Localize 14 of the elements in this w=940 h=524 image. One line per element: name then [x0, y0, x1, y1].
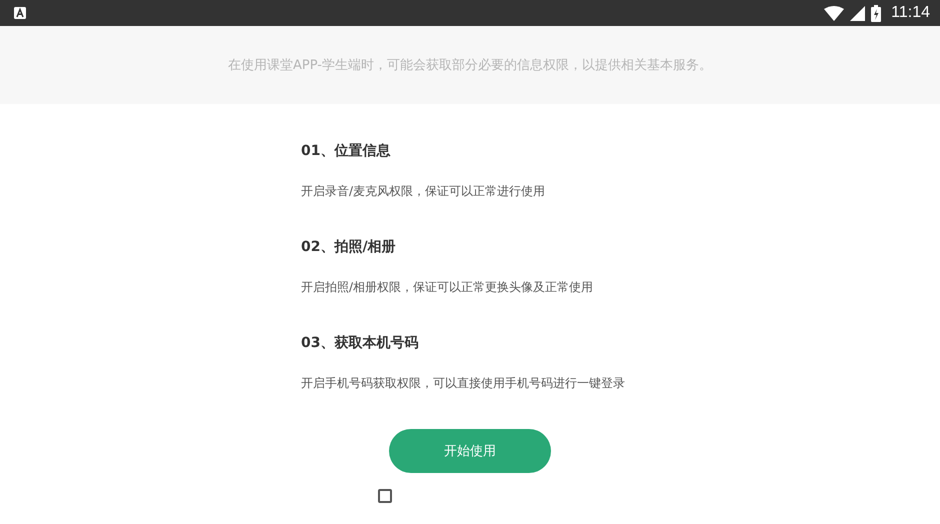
signal-icon: [850, 6, 866, 20]
notice-text: 在使用课堂APP-学生端时，可能会获取部分必要的信息权限，以提供相关基本服务。: [228, 57, 712, 74]
permission-title: 01、位置信息: [301, 142, 392, 161]
app-notification-icon: [14, 7, 26, 19]
start-button[interactable]: 开始使用: [389, 429, 551, 473]
permission-title: 02、拍照/相册: [301, 238, 397, 257]
agreement-checkbox[interactable]: [378, 489, 392, 503]
battery-icon: [871, 4, 882, 22]
permission-description: 开启拍照/相册权限，保证可以正常更换头像及正常使用: [301, 279, 594, 296]
permission-description: 开启手机号码获取权限，可以直接使用手机号码进行一键登录: [301, 375, 626, 392]
permission-description: 开启录音/麦克风权限，保证可以正常进行使用: [301, 183, 546, 200]
wifi-icon: [824, 6, 844, 20]
permission-title: 03、获取本机号码: [301, 334, 420, 353]
status-time: 11:14: [891, 4, 930, 22]
